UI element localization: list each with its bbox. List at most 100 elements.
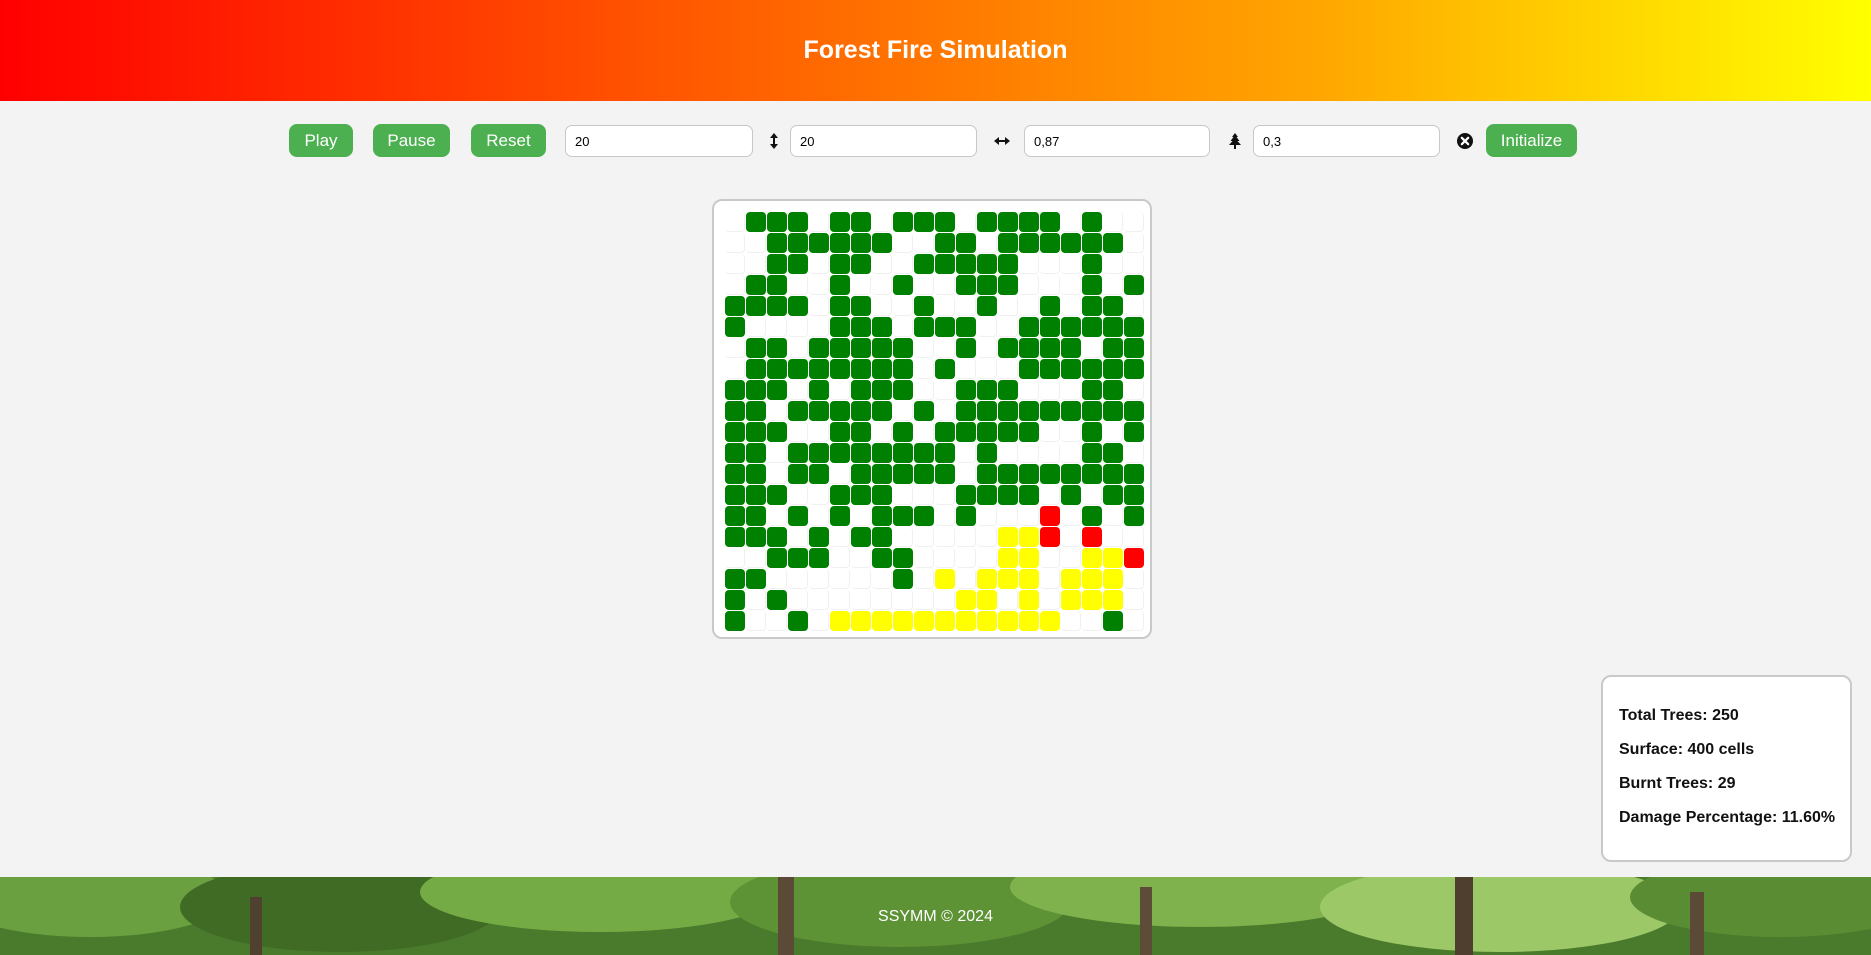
empty-cell[interactable] [1040, 548, 1060, 568]
empty-cell[interactable] [851, 275, 871, 295]
empty-cell[interactable] [956, 527, 976, 547]
empty-cell[interactable] [830, 590, 850, 610]
empty-cell[interactable] [998, 359, 1018, 379]
play-button[interactable]: Play [289, 124, 353, 157]
tree-cell[interactable] [935, 254, 955, 274]
empty-cell[interactable] [872, 212, 892, 232]
empty-cell[interactable] [809, 275, 829, 295]
empty-cell[interactable] [1040, 422, 1060, 442]
tree-cell[interactable] [1103, 296, 1123, 316]
empty-cell[interactable] [914, 338, 934, 358]
empty-cell[interactable] [1124, 590, 1144, 610]
empty-cell[interactable] [809, 317, 829, 337]
tree-cell[interactable] [872, 464, 892, 484]
tree-cell[interactable] [788, 548, 808, 568]
tree-cell[interactable] [788, 254, 808, 274]
probability-input[interactable] [1253, 125, 1440, 157]
burnt-cell[interactable] [1103, 548, 1123, 568]
tree-cell[interactable] [725, 527, 745, 547]
tree-cell[interactable] [830, 254, 850, 274]
empty-cell[interactable] [851, 590, 871, 610]
burnt-cell[interactable] [998, 569, 1018, 589]
empty-cell[interactable] [977, 527, 997, 547]
empty-cell[interactable] [935, 338, 955, 358]
tree-cell[interactable] [1061, 485, 1081, 505]
tree-cell[interactable] [725, 590, 745, 610]
empty-cell[interactable] [998, 317, 1018, 337]
tree-cell[interactable] [725, 422, 745, 442]
tree-cell[interactable] [872, 317, 892, 337]
empty-cell[interactable] [809, 254, 829, 274]
tree-cell[interactable] [767, 233, 787, 253]
empty-cell[interactable] [998, 296, 1018, 316]
empty-cell[interactable] [830, 464, 850, 484]
tree-cell[interactable] [788, 611, 808, 631]
tree-cell[interactable] [1103, 611, 1123, 631]
reset-button[interactable]: Reset [471, 124, 546, 157]
fire-cell[interactable] [1124, 548, 1144, 568]
tree-cell[interactable] [977, 401, 997, 421]
tree-cell[interactable] [746, 338, 766, 358]
empty-cell[interactable] [977, 338, 997, 358]
tree-cell[interactable] [998, 233, 1018, 253]
empty-cell[interactable] [956, 359, 976, 379]
tree-cell[interactable] [746, 527, 766, 547]
tree-cell[interactable] [746, 275, 766, 295]
empty-cell[interactable] [1061, 275, 1081, 295]
burnt-cell[interactable] [893, 611, 913, 631]
tree-cell[interactable] [893, 443, 913, 463]
empty-cell[interactable] [914, 380, 934, 400]
empty-cell[interactable] [1124, 296, 1144, 316]
tree-cell[interactable] [830, 296, 850, 316]
tree-cell[interactable] [1082, 212, 1102, 232]
tree-cell[interactable] [1019, 317, 1039, 337]
tree-cell[interactable] [956, 338, 976, 358]
tree-cell[interactable] [1103, 485, 1123, 505]
tree-cell[interactable] [851, 527, 871, 547]
empty-cell[interactable] [956, 569, 976, 589]
empty-cell[interactable] [809, 506, 829, 526]
tree-cell[interactable] [1061, 338, 1081, 358]
empty-cell[interactable] [935, 401, 955, 421]
empty-cell[interactable] [1061, 422, 1081, 442]
tree-cell[interactable] [725, 506, 745, 526]
burnt-cell[interactable] [1061, 569, 1081, 589]
burnt-cell[interactable] [977, 569, 997, 589]
empty-cell[interactable] [998, 443, 1018, 463]
tree-cell[interactable] [767, 422, 787, 442]
empty-cell[interactable] [767, 464, 787, 484]
tree-cell[interactable] [998, 380, 1018, 400]
tree-cell[interactable] [788, 506, 808, 526]
empty-cell[interactable] [1124, 212, 1144, 232]
empty-cell[interactable] [809, 485, 829, 505]
tree-cell[interactable] [767, 590, 787, 610]
burnt-cell[interactable] [851, 611, 871, 631]
tree-cell[interactable] [998, 485, 1018, 505]
empty-cell[interactable] [788, 380, 808, 400]
empty-cell[interactable] [1124, 233, 1144, 253]
tree-cell[interactable] [767, 296, 787, 316]
tree-cell[interactable] [767, 275, 787, 295]
tree-cell[interactable] [956, 233, 976, 253]
tree-cell[interactable] [1124, 317, 1144, 337]
empty-cell[interactable] [725, 275, 745, 295]
tree-cell[interactable] [893, 338, 913, 358]
empty-cell[interactable] [746, 548, 766, 568]
burnt-cell[interactable] [956, 611, 976, 631]
tree-cell[interactable] [998, 212, 1018, 232]
tree-cell[interactable] [851, 422, 871, 442]
tree-cell[interactable] [1124, 401, 1144, 421]
empty-cell[interactable] [1061, 254, 1081, 274]
tree-cell[interactable] [1061, 464, 1081, 484]
empty-cell[interactable] [893, 296, 913, 316]
width-input[interactable] [790, 125, 977, 157]
tree-cell[interactable] [851, 296, 871, 316]
empty-cell[interactable] [977, 506, 997, 526]
empty-cell[interactable] [788, 569, 808, 589]
tree-cell[interactable] [998, 422, 1018, 442]
tree-cell[interactable] [1082, 359, 1102, 379]
empty-cell[interactable] [746, 317, 766, 337]
empty-cell[interactable] [1061, 506, 1081, 526]
tree-cell[interactable] [725, 569, 745, 589]
fire-cell[interactable] [1040, 506, 1060, 526]
